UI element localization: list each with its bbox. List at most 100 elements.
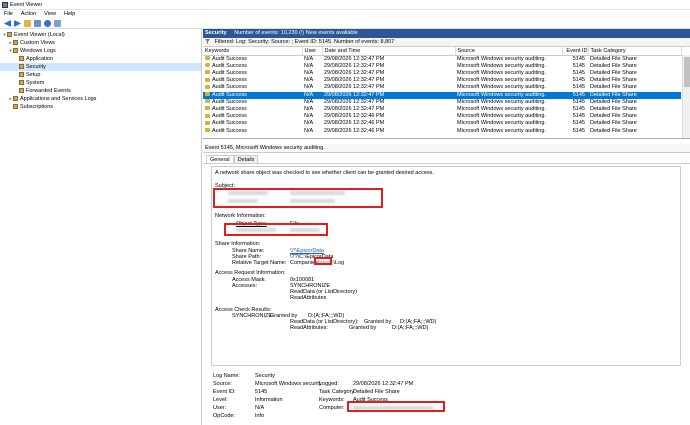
log-name-label: Log Name: xyxy=(213,373,240,379)
event-cell-text: Microsoft Windows security auditing. xyxy=(457,120,546,127)
event-cell: Detailed File Share xyxy=(588,70,681,77)
column-header[interactable]: Keywords xyxy=(203,47,303,56)
tree-item[interactable]: Forwarded Events xyxy=(0,87,201,95)
message-intro: A network share object was checked to se… xyxy=(215,170,434,176)
tab-general[interactable]: General xyxy=(206,155,234,163)
column-header[interactable]: Event ID xyxy=(562,47,589,56)
event-cell-text: N/A xyxy=(304,98,314,105)
relative-target-label: Relative Target Name: xyxy=(232,260,287,266)
event-row[interactable]: Audit Success N/A 29/08/2026 12:32:47 PM Mi… xyxy=(203,77,681,84)
folder-icon[interactable] xyxy=(24,20,31,27)
event-list: Keywords User Date and Time Source Event ID T… xyxy=(203,47,690,139)
check-sddl: D:(A;;FA;;;WD) xyxy=(392,325,429,331)
event-cell-text: Detailed File Share xyxy=(590,62,637,69)
check-granted: Granted by xyxy=(349,325,377,331)
event-row[interactable]: Audit Success N/A 29/08/2026 12:32:46 PM Mi… xyxy=(203,113,681,120)
event-row[interactable]: Audit Success N/A 29/08/2026 12:32:47 PM Mi… xyxy=(203,55,681,63)
menu-help[interactable]: Help xyxy=(64,10,75,18)
tree-item-label: Applications and Services Logs xyxy=(20,96,97,102)
event-cell: 5145 xyxy=(562,120,588,127)
event-cell-text: Audit Success xyxy=(212,69,247,76)
tree-item[interactable]: ▸ Custom Views xyxy=(0,39,201,47)
event-cell: 29/08/2026 12:32:47 PM xyxy=(322,106,455,113)
event-cell: N/A xyxy=(302,120,322,127)
event-cell-text: 29/08/2026 12:32:47 PM xyxy=(324,84,385,91)
event-cell: N/A xyxy=(302,55,322,63)
event-cell: 5145 xyxy=(562,106,588,113)
event-cell: N/A xyxy=(302,91,322,99)
event-cell-text: 5145 xyxy=(572,55,585,62)
column-header[interactable]: Task Category xyxy=(588,47,682,56)
key-icon xyxy=(205,84,210,89)
event-cell: 5145 xyxy=(562,84,588,91)
tree-item[interactable]: Setup xyxy=(0,71,201,79)
tree-item[interactable]: Security xyxy=(0,63,201,71)
menu-file[interactable]: File xyxy=(4,10,13,18)
event-cell: Microsoft Windows security auditing. xyxy=(455,120,562,127)
event-cell: N/A xyxy=(302,84,322,91)
column-header[interactable]: User xyxy=(302,47,323,56)
keywords-label: Keywords: xyxy=(319,397,345,403)
log-name-value: Security xyxy=(255,373,275,379)
tree-item[interactable]: ▸ Applications and Services Logs xyxy=(0,95,201,103)
log-folder-icon xyxy=(13,40,18,46)
event-row[interactable]: Audit Success N/A 29/08/2026 12:32:47 PM Mi… xyxy=(203,106,681,113)
task-label: Task Category: xyxy=(319,389,356,395)
menu-action[interactable]: Action xyxy=(21,10,36,18)
event-detail: Event 5145, Microsoft Windows security a… xyxy=(203,144,690,425)
key-icon xyxy=(205,99,210,104)
event-list-scrollbar[interactable] xyxy=(682,55,690,138)
column-header[interactable]: Date and Time xyxy=(322,47,456,56)
event-cell: Microsoft Windows security auditing. xyxy=(455,113,562,120)
event-cell: Detailed File Share xyxy=(588,91,681,99)
key-icon xyxy=(205,120,210,125)
event-cell-text: 5145 xyxy=(572,120,585,127)
event-cell-text: Detailed File Share xyxy=(590,69,637,76)
event-row[interactable]: Audit Success N/A 29/08/2026 12:32:47 PM Mi… xyxy=(203,99,681,106)
navigation-tree: ▾ Event Viewer (Local) ▸ Custom Views ▾ Windo… xyxy=(0,29,202,425)
level-value: Information xyxy=(255,397,283,403)
tree-item[interactable]: Subscriptions xyxy=(0,103,201,111)
event-row[interactable]: Audit Success N/A 29/08/2026 12:32:47 PM Mi… xyxy=(203,63,681,70)
panel-icon[interactable] xyxy=(54,20,61,27)
menu-view[interactable]: View xyxy=(44,10,56,18)
event-cell: Detailed File Share xyxy=(588,84,681,91)
event-row[interactable]: Audit Success N/A 29/08/2026 12:32:46 PM Mi… xyxy=(203,120,681,127)
event-cell-text: 29/08/2026 12:32:47 PM xyxy=(324,62,385,69)
tree-item[interactable]: Application xyxy=(0,55,201,63)
event-cell: Microsoft Windows security auditing. xyxy=(455,55,562,63)
event-cell: 5145 xyxy=(562,113,588,120)
event-cell: Audit Success xyxy=(203,128,302,135)
forward-icon[interactable] xyxy=(14,20,21,27)
log-folder-icon xyxy=(13,96,18,102)
event-cell-text: 5145 xyxy=(572,62,585,69)
log-header: Security Number of events: 10,230 (!) Ne… xyxy=(203,29,690,38)
tree-item-label: Security xyxy=(26,64,46,70)
column-header[interactable]: Source xyxy=(455,47,563,56)
properties-icon[interactable] xyxy=(34,20,41,27)
event-cell: Detailed File Share xyxy=(588,106,681,113)
tree-item[interactable]: ▾ Event Viewer (Local) xyxy=(0,31,201,39)
event-cell: Audit Success xyxy=(203,99,302,106)
title-bar: Event Viewer xyxy=(0,0,690,10)
opcode-label: OpCode: xyxy=(213,413,236,419)
help-icon[interactable] xyxy=(44,20,51,27)
key-icon xyxy=(205,56,210,61)
event-cell-text: Audit Success xyxy=(212,127,247,134)
event-row[interactable]: Audit Success N/A 29/08/2026 12:32:47 PM Mi… xyxy=(203,70,681,77)
tree-item[interactable]: ▾ Windows Logs xyxy=(0,47,201,55)
back-icon[interactable] xyxy=(4,20,11,27)
event-cell-text: 5145 xyxy=(572,69,585,76)
event-row[interactable]: Audit Success N/A 29/08/2026 12:32:47 PM Mi… xyxy=(203,91,681,99)
event-cell-text: Detailed File Share xyxy=(590,55,637,62)
tree-item[interactable]: System xyxy=(0,79,201,87)
event-cell: 29/08/2026 12:32:47 PM xyxy=(322,84,455,91)
event-table: Keywords User Date and Time Source Event ID T… xyxy=(203,47,682,135)
event-row[interactable]: Audit Success N/A 29/08/2026 12:32:46 PM Mi… xyxy=(203,128,681,135)
key-icon xyxy=(205,128,210,133)
tab-details[interactable]: Details xyxy=(233,155,259,163)
event-cell-text: N/A xyxy=(304,127,314,134)
event-row[interactable]: Audit Success N/A 29/08/2026 12:32:47 PM Mi… xyxy=(203,84,681,91)
log-folder-icon xyxy=(19,72,24,78)
event-cell-text: Audit Success xyxy=(212,120,247,127)
